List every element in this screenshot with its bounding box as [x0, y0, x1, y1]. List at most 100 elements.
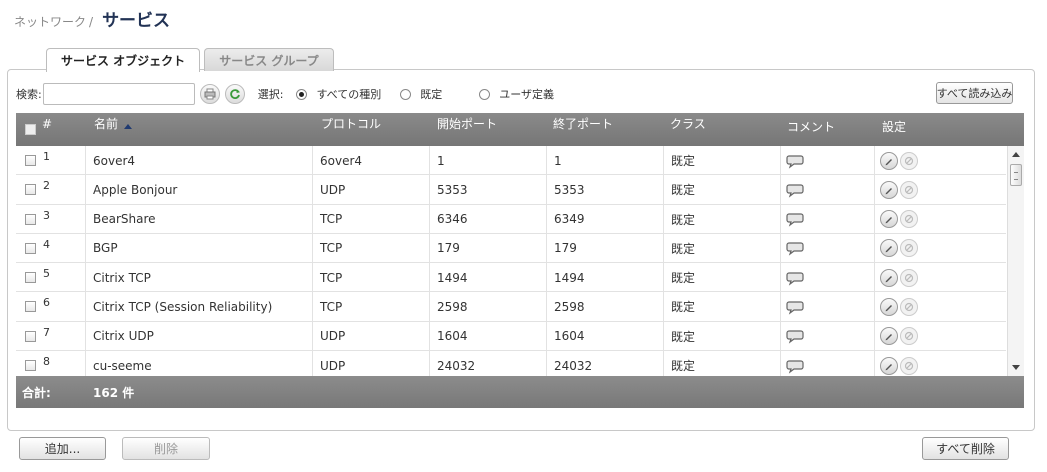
edit-icon[interactable] — [880, 327, 898, 346]
column-class[interactable]: クラス — [670, 107, 706, 140]
delete-all-button[interactable]: すべて削除 — [922, 437, 1009, 460]
breadcrumb-parent[interactable]: ネットワーク — [14, 13, 86, 30]
radio-label: すべての種別 — [316, 88, 382, 101]
table-row[interactable]: 1 6over4 6over4 1 1 既定 — [16, 146, 1006, 176]
radio-default[interactable]: 既定 — [400, 86, 442, 102]
comment-icon[interactable] — [786, 270, 806, 286]
protocol-cell: TCP — [313, 204, 430, 234]
column-end-port[interactable]: 終了ポート — [553, 107, 613, 140]
column-comment[interactable]: コメント — [787, 110, 835, 143]
table-row[interactable]: 8 cu-seeme UDP 24032 24032 既定 — [16, 351, 1006, 376]
start-port-cell: 2598 — [430, 292, 547, 322]
edit-icon[interactable] — [880, 356, 898, 375]
row-number: 5 — [43, 267, 50, 281]
column-name[interactable]: 名前 — [94, 107, 133, 140]
row-select-cell: 2 — [16, 175, 86, 205]
reload-all-button[interactable]: すべて読み込み — [936, 82, 1013, 104]
name-cell: Citrix UDP — [86, 321, 313, 351]
table-row[interactable]: 4 BGP TCP 179 179 既定 — [16, 233, 1006, 264]
edit-icon[interactable] — [880, 297, 898, 316]
column-number[interactable]: # — [42, 107, 52, 140]
table-footer: 合計: 162 件 — [16, 376, 1024, 408]
row-checkbox[interactable] — [25, 184, 36, 196]
settings-cell — [875, 146, 1006, 175]
table-header: # 名前 プロトコル 開始ポート 終了ポート クラス コメント 設定 — [16, 113, 1024, 146]
row-checkbox[interactable] — [25, 301, 36, 313]
comment-icon[interactable] — [786, 240, 806, 257]
select-all-cell — [25, 113, 36, 146]
settings-cell — [875, 175, 1006, 204]
column-settings[interactable]: 設定 — [882, 110, 906, 143]
settings-cell — [875, 263, 1006, 292]
refresh-icon — [229, 89, 240, 99]
add-button[interactable]: 追加... — [19, 437, 106, 460]
delete-disabled-icon — [900, 210, 918, 229]
edit-icon[interactable] — [880, 180, 898, 199]
class-cell: 既定 — [664, 351, 781, 376]
delete-disabled-icon — [900, 268, 918, 287]
comment-icon[interactable] — [786, 153, 806, 169]
class-cell: 既定 — [664, 263, 781, 293]
delete-button[interactable]: 削除 — [122, 437, 210, 460]
comment-icon[interactable] — [786, 211, 806, 227]
print-button[interactable] — [199, 84, 220, 104]
comment-icon[interactable] — [786, 299, 806, 315]
table-scrollbar[interactable] — [1007, 146, 1024, 376]
end-port-cell: 24032 — [547, 351, 664, 376]
edit-icon[interactable] — [880, 210, 898, 229]
tab-service-groups[interactable]: サービス グループ — [204, 48, 334, 71]
comment-cell — [781, 204, 875, 234]
edit-icon[interactable] — [880, 239, 898, 258]
radio-button[interactable] — [400, 88, 412, 100]
column-start-port[interactable]: 開始ポート — [437, 107, 497, 140]
radio-user-defined[interactable]: ユーザ定義 — [479, 86, 554, 102]
comment-cell — [781, 175, 875, 205]
table-row[interactable]: 3 BearShare TCP 6346 6349 既定 — [16, 204, 1006, 234]
protocol-cell: UDP — [313, 321, 430, 351]
breadcrumb-separator: / — [89, 15, 94, 29]
scroll-down-icon[interactable] — [1012, 365, 1020, 370]
row-number: 2 — [43, 179, 50, 193]
delete-disabled-icon — [900, 327, 918, 346]
comment-cell — [781, 321, 875, 351]
protocol-cell: 6over4 — [313, 146, 430, 175]
select-all-checkbox[interactable] — [25, 124, 36, 135]
row-checkbox[interactable] — [25, 155, 36, 166]
settings-cell — [875, 292, 1006, 321]
table-row[interactable]: 6 Citrix TCP (Session Reliability) TCP 2598… — [16, 292, 1006, 322]
comment-icon[interactable] — [786, 328, 806, 344]
settings-cell — [875, 205, 1006, 234]
name-cell: BGP — [86, 233, 313, 263]
radio-button[interactable] — [479, 88, 491, 100]
row-select-cell: 4 — [16, 233, 86, 263]
search-input[interactable] — [42, 83, 195, 105]
radio-all-types[interactable]: すべての種別 — [296, 86, 381, 102]
table-row[interactable]: 5 Citrix TCP TCP 1494 1494 既定 — [16, 263, 1006, 293]
protocol-cell: TCP — [313, 263, 430, 293]
row-number: 6 — [43, 296, 50, 310]
table-row[interactable]: 7 Citrix UDP UDP 1604 1604 既定 — [16, 321, 1006, 352]
class-cell: 既定 — [664, 175, 781, 205]
edit-icon[interactable] — [880, 268, 898, 287]
column-name-label: 名前 — [94, 117, 119, 131]
radio-label: 既定 — [420, 88, 443, 101]
radio-button[interactable] — [296, 88, 308, 100]
delete-disabled-icon — [900, 180, 918, 199]
table-row[interactable]: 2 Apple Bonjour UDP 5353 5353 既定 — [16, 175, 1006, 205]
refresh-button[interactable] — [224, 84, 245, 104]
column-protocol[interactable]: プロトコル — [321, 107, 381, 140]
scroll-up-icon[interactable] — [1012, 152, 1020, 157]
comment-icon[interactable] — [786, 358, 806, 374]
row-checkbox[interactable] — [25, 330, 36, 342]
class-cell: 既定 — [664, 146, 781, 175]
row-checkbox[interactable] — [25, 360, 36, 372]
scroll-thumb[interactable] — [1010, 164, 1022, 186]
row-checkbox[interactable] — [25, 272, 36, 284]
comment-icon[interactable] — [786, 182, 806, 198]
row-checkbox[interactable] — [25, 213, 36, 225]
row-checkbox[interactable] — [25, 242, 36, 254]
edit-icon[interactable] — [880, 151, 898, 170]
name-cell: 6over4 — [86, 146, 313, 175]
tab-service-objects[interactable]: サービス オブジェクト — [46, 48, 201, 72]
protocol-cell: TCP — [313, 233, 430, 263]
